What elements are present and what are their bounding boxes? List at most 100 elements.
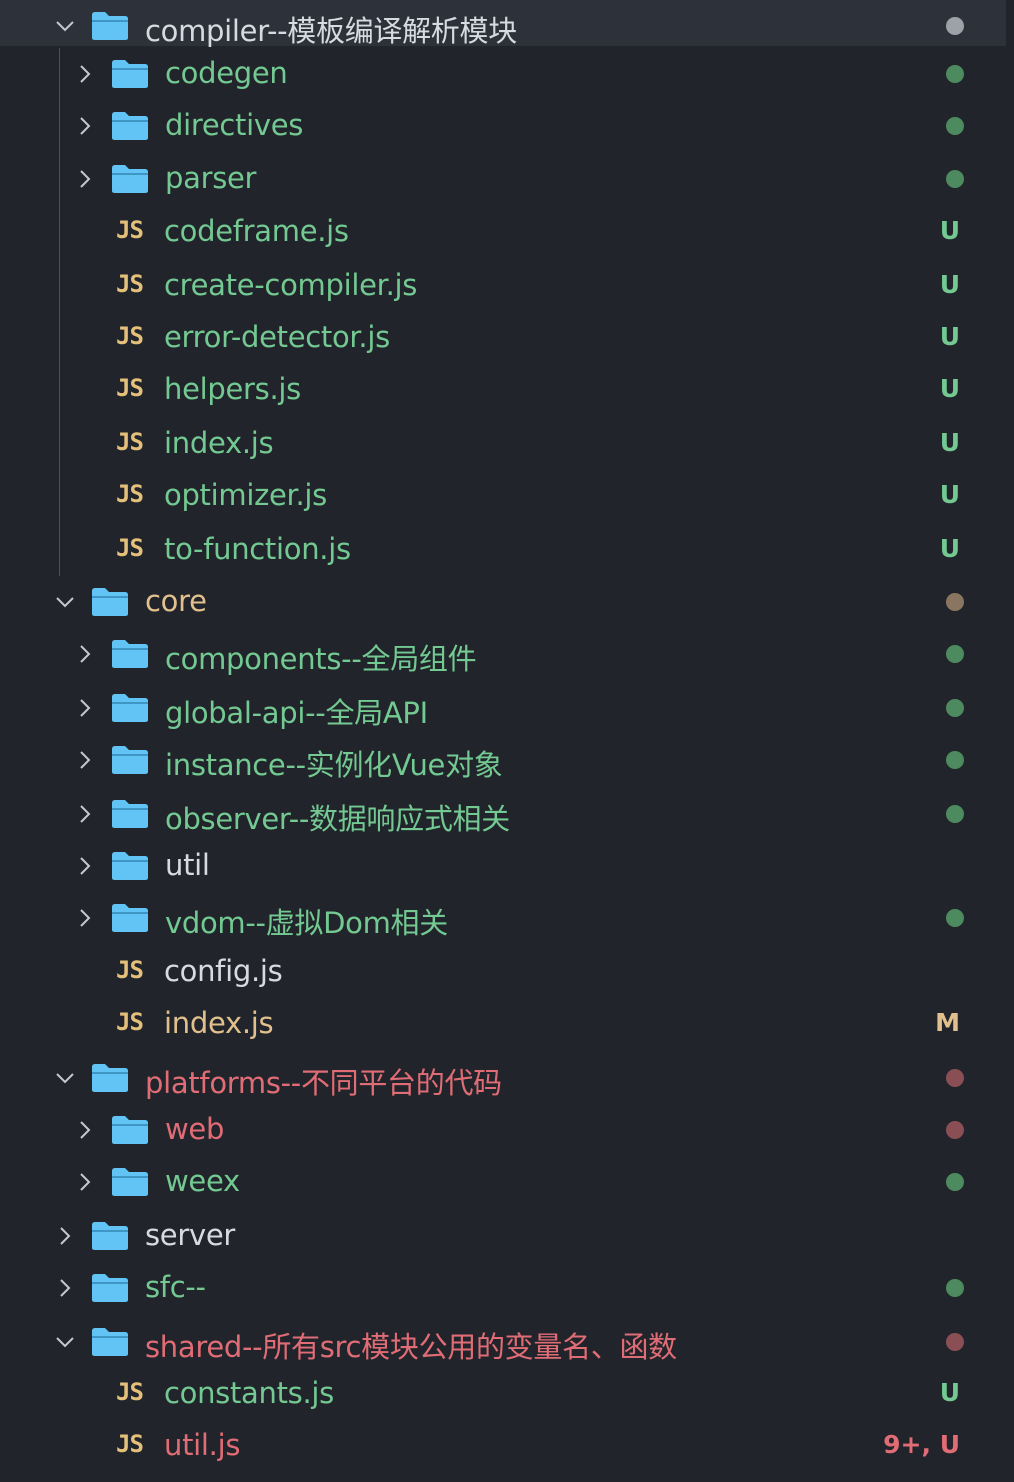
chevron-down-icon[interactable]	[54, 1331, 76, 1353]
chevron-down-icon[interactable]	[54, 15, 76, 37]
folder-icon	[111, 1167, 149, 1197]
chevron-down-icon[interactable]	[54, 1067, 76, 1089]
git-status-dot	[946, 1333, 964, 1351]
git-status-dot	[946, 751, 964, 769]
folder-row-observer[interactable]: observer--数据响应式相关	[0, 788, 1006, 840]
folder-row-weex[interactable]: weex	[0, 1156, 1006, 1208]
folder-name: parser	[165, 161, 257, 195]
folder-row-server[interactable]: server	[0, 1210, 1006, 1262]
git-status-dot	[946, 645, 964, 663]
file-name: create-compiler.js	[164, 268, 418, 302]
file-row-codeframe-js[interactable]: JS codeframe.js U	[0, 206, 1006, 258]
folder-icon	[111, 59, 149, 89]
chevron-right-icon[interactable]	[74, 115, 96, 137]
folder-row-compiler[interactable]: compiler--模板编译解析模块	[0, 0, 1006, 48]
git-status-dot	[946, 1279, 964, 1297]
git-status-badge: U	[939, 270, 960, 299]
chevron-right-icon[interactable]	[74, 643, 96, 665]
javascript-file-icon: JS	[116, 1378, 144, 1406]
folder-row-core[interactable]: core	[0, 576, 1006, 628]
git-status-dot	[946, 805, 964, 823]
javascript-file-icon: JS	[116, 1430, 144, 1458]
git-status-badge: U	[939, 480, 960, 509]
git-status-dot	[946, 65, 964, 83]
folder-row-vdom-dom[interactable]: vdom--虚拟Dom相关	[0, 892, 1006, 944]
folder-name: vdom--虚拟Dom相关	[165, 906, 448, 940]
file-row-create-compiler-js[interactable]: JS create-compiler.js U	[0, 260, 1006, 312]
git-status-dot	[946, 1069, 964, 1087]
chevron-right-icon[interactable]	[74, 697, 96, 719]
folder-name: directives	[165, 108, 304, 142]
chevron-down-icon[interactable]	[54, 591, 76, 613]
git-status-dot	[946, 593, 964, 611]
file-row-optimizer-js[interactable]: JS optimizer.js U	[0, 470, 1006, 522]
javascript-file-icon: JS	[116, 322, 144, 350]
git-status-dot	[946, 1173, 964, 1191]
folder-row-codegen[interactable]: codegen	[0, 48, 1006, 100]
git-status-dot	[946, 170, 964, 188]
folder-open-icon	[91, 11, 129, 41]
git-status-dot	[946, 1121, 964, 1139]
git-status-badge: U	[939, 1378, 960, 1407]
git-status-dot	[946, 699, 964, 717]
git-status-badge: U	[939, 322, 960, 351]
file-name: optimizer.js	[164, 478, 327, 512]
folder-icon	[111, 693, 149, 723]
folder-row-util[interactable]: util	[0, 840, 1006, 892]
file-row-to-function-js[interactable]: JS to-function.js U	[0, 524, 1006, 576]
git-status-dot	[946, 909, 964, 927]
git-status-badge: U	[939, 428, 960, 457]
folder-name: compiler--模板编译解析模块	[145, 14, 517, 48]
file-name: to-function.js	[164, 532, 351, 566]
file-row-helpers-js[interactable]: JS helpers.js U	[0, 364, 1006, 416]
git-status-badge: M	[935, 1008, 960, 1037]
folder-name: web	[165, 1112, 225, 1146]
folder-icon	[111, 851, 149, 881]
folder-row-shared-src[interactable]: shared--所有src模块公用的变量名、函数	[0, 1316, 1006, 1368]
folder-row-web[interactable]: web	[0, 1104, 1006, 1156]
folder-row-parser[interactable]: parser	[0, 153, 1006, 205]
folder-name: server	[145, 1218, 236, 1252]
folder-icon	[111, 745, 149, 775]
chevron-right-icon[interactable]	[74, 855, 96, 877]
folder-open-icon	[91, 1063, 129, 1093]
chevron-right-icon[interactable]	[74, 1119, 96, 1141]
chevron-right-icon[interactable]	[74, 63, 96, 85]
folder-row-instance-vue[interactable]: instance--实例化Vue对象	[0, 734, 1006, 786]
file-row-error-detector-js[interactable]: JS error-detector.js U	[0, 312, 1006, 364]
chevron-right-icon[interactable]	[74, 803, 96, 825]
git-status-badge: U	[939, 374, 960, 403]
file-row-index-js[interactable]: JS index.js M	[0, 998, 1006, 1050]
folder-name: observer--数据响应式相关	[165, 802, 510, 836]
file-row-util-js[interactable]: JS util.js 9+, U	[0, 1420, 1006, 1472]
git-status-badge: U	[939, 216, 960, 245]
file-name: error-detector.js	[164, 320, 390, 354]
file-name: constants.js	[164, 1376, 334, 1410]
chevron-right-icon[interactable]	[74, 168, 96, 190]
chevron-right-icon[interactable]	[54, 1277, 76, 1299]
folder-name: weex	[165, 1164, 240, 1198]
folder-row-components[interactable]: components--全局组件	[0, 628, 1006, 680]
folder-row-platforms[interactable]: platforms--不同平台的代码	[0, 1052, 1006, 1104]
chevron-right-icon[interactable]	[74, 1171, 96, 1193]
folder-icon	[111, 111, 149, 141]
chevron-right-icon[interactable]	[54, 1225, 76, 1247]
chevron-right-icon[interactable]	[74, 907, 96, 929]
folder-row-directives[interactable]: directives	[0, 100, 1006, 152]
folder-name: global-api--全局API	[165, 696, 428, 730]
folder-icon	[91, 1221, 129, 1251]
file-name: index.js	[164, 1006, 274, 1040]
file-row-index-js[interactable]: JS index.js U	[0, 418, 1006, 470]
file-name: index.js	[164, 426, 274, 460]
git-status-dot	[946, 117, 964, 135]
javascript-file-icon: JS	[116, 428, 144, 456]
folder-row-sfc[interactable]: sfc--	[0, 1262, 1006, 1314]
chevron-right-icon[interactable]	[74, 749, 96, 771]
javascript-file-icon: JS	[116, 480, 144, 508]
javascript-file-icon: JS	[116, 270, 144, 298]
javascript-file-icon: JS	[116, 374, 144, 402]
javascript-file-icon: JS	[116, 216, 144, 244]
folder-row-global-api-api[interactable]: global-api--全局API	[0, 682, 1006, 734]
file-row-constants-js[interactable]: JS constants.js U	[0, 1368, 1006, 1420]
file-row-config-js[interactable]: JS config.js	[0, 946, 1006, 998]
